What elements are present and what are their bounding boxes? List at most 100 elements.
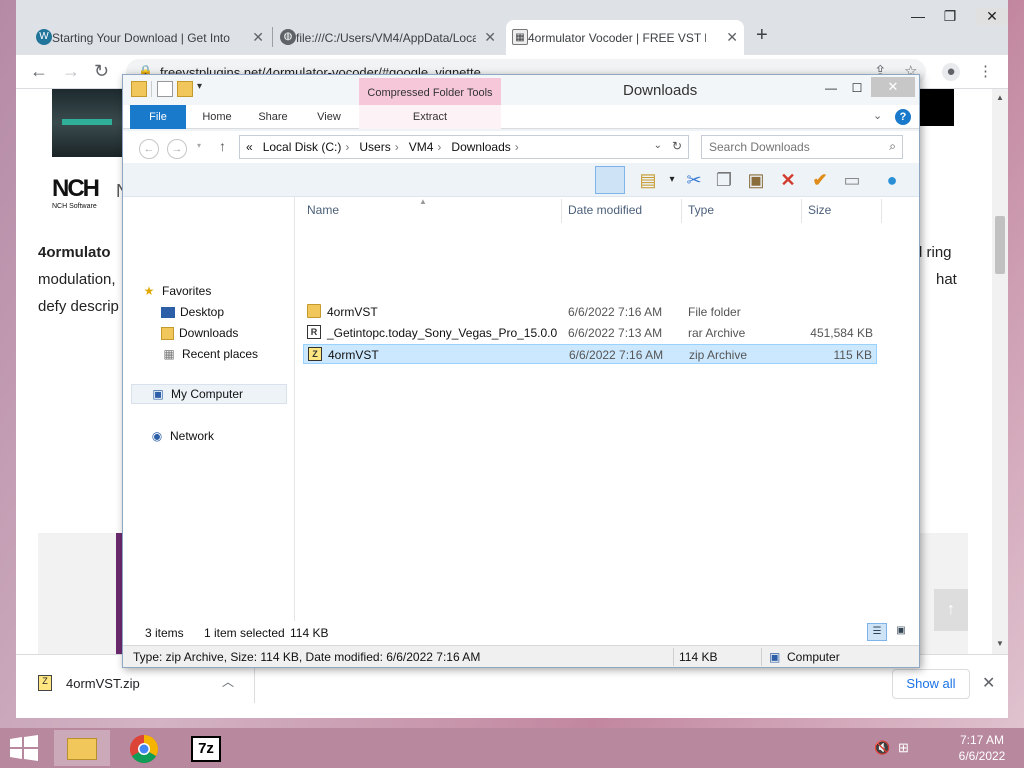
column-header-size[interactable]: Size — [808, 203, 831, 227]
tab-getintopc[interactable]: W Starting Your Download | Get Into PC ✕ — [30, 20, 270, 55]
new-tab-button[interactable]: + — [756, 24, 768, 47]
tab-4ormulator[interactable]: ▦ 4ormulator Vocoder | FREE VST Plugins … — [506, 20, 744, 55]
column-header-type[interactable]: Type — [688, 203, 714, 227]
scroll-to-top-button[interactable]: ↑ — [934, 589, 968, 631]
search-icon[interactable]: ⌕ — [889, 139, 896, 154]
paste-icon[interactable]: ▣ — [743, 167, 769, 193]
page-scrollbar[interactable]: ▲ ▼ — [992, 89, 1008, 654]
tab-file[interactable]: File — [130, 105, 186, 129]
breadcrumb-users[interactable]: Users — [359, 140, 390, 154]
search-input[interactable] — [702, 136, 880, 158]
back-icon[interactable]: ← — [139, 139, 159, 159]
recent-locations-icon[interactable]: ▾ — [197, 141, 201, 150]
tab-file[interactable]: ◍ file:///C:/Users/VM4/AppData/Local ✕ — [274, 20, 502, 55]
breadcrumb-separator[interactable]: › — [345, 140, 349, 154]
column-separator[interactable] — [681, 199, 682, 223]
nav-recent-places[interactable]: ▦ Recent places — [161, 344, 258, 364]
tab-share[interactable]: Share — [253, 105, 293, 129]
column-separator[interactable] — [561, 199, 562, 223]
breadcrumb-local-disk[interactable]: Local Disk (C:) — [263, 140, 342, 154]
compressed-folder-tools-tab[interactable]: Compressed Folder Tools — [359, 78, 501, 108]
copy-icon[interactable]: ❐ — [711, 167, 737, 193]
up-icon[interactable]: ↑ — [219, 138, 226, 154]
nav-my-computer[interactable]: ▣ My Computer — [131, 384, 287, 404]
breadcrumb-overflow[interactable]: « — [246, 140, 253, 154]
close-icon[interactable]: ✕ — [726, 29, 738, 46]
chevron-down-icon[interactable]: ⌄ — [654, 140, 662, 151]
check-icon[interactable]: ✔ — [807, 167, 833, 193]
maximize-icon[interactable]: ☐ — [845, 79, 869, 97]
close-shelf-icon[interactable]: ✕ — [982, 673, 995, 693]
breadcrumb-separator[interactable]: › — [395, 140, 399, 154]
breadcrumb-separator[interactable]: › — [515, 140, 519, 154]
close-icon[interactable]: ✕ — [871, 77, 915, 97]
download-item[interactable]: Z 4ormVST.zip — [38, 675, 140, 691]
shelf-separator — [254, 665, 255, 703]
back-icon[interactable]: ← — [30, 61, 48, 82]
breadcrumb-downloads[interactable]: Downloads — [451, 140, 510, 154]
help-icon[interactable]: ? — [895, 109, 911, 125]
delete-icon[interactable]: ✕ — [775, 167, 801, 193]
breadcrumb-separator[interactable]: › — [437, 140, 441, 154]
dropdown-icon[interactable]: ▾ — [197, 81, 213, 97]
chevron-up-icon[interactable]: ︿ — [222, 673, 234, 690]
tab-home[interactable]: Home — [197, 105, 237, 129]
properties-folder-icon[interactable]: ▤ — [635, 167, 661, 193]
forward-icon[interactable]: → — [167, 139, 187, 159]
close-window-icon[interactable]: ✕ — [976, 8, 1008, 25]
large-icons-view-icon[interactable]: ▣ — [891, 623, 911, 641]
nav-network[interactable]: ◉ Network — [149, 426, 214, 446]
tab-view[interactable]: View — [309, 105, 349, 129]
close-icon[interactable]: ✕ — [252, 29, 264, 46]
properties-icon[interactable] — [157, 81, 173, 97]
download-filename: 4ormVST.zip — [66, 675, 140, 691]
expand-ribbon-icon[interactable]: ⌄ — [873, 109, 882, 122]
explorer-title-bar[interactable]: ▾ Compressed Folder Tools Downloads — ☐ … — [123, 75, 919, 108]
nav-downloads[interactable]: Downloads — [161, 323, 238, 343]
preview-pane-icon[interactable] — [595, 166, 625, 194]
maximize-icon[interactable]: ❐ — [934, 8, 966, 25]
explorer-address-bar[interactable]: « Local Disk (C:) › Users › VM4 › Downlo… — [239, 135, 689, 159]
scroll-down-icon[interactable]: ▼ — [996, 639, 1004, 648]
ad-banner[interactable] — [920, 89, 954, 126]
globe-icon[interactable]: ● — [879, 167, 905, 193]
mute-icon[interactable]: 🔇 — [874, 740, 890, 756]
column-separator[interactable] — [881, 199, 882, 223]
refresh-icon[interactable]: ↻ — [672, 139, 682, 153]
column-header-date[interactable]: Date modified — [568, 203, 642, 227]
show-all-button[interactable]: Show all — [892, 669, 970, 699]
new-folder-icon[interactable] — [177, 81, 193, 97]
column-separator[interactable] — [801, 199, 802, 223]
profile-icon[interactable]: ● — [942, 63, 960, 81]
start-button[interactable] — [6, 734, 42, 762]
cut-icon[interactable]: ✂ — [681, 167, 707, 193]
minimize-icon[interactable]: — — [902, 8, 934, 24]
file-row-selected[interactable]: Z 4ormVST 6/6/2022 7:16 AM zip Archive 1… — [303, 344, 877, 364]
network-icon[interactable]: ⊞ — [898, 740, 909, 756]
chrome-icon[interactable] — [116, 730, 172, 766]
scrollbar-thumb[interactable] — [995, 216, 1005, 274]
file-row[interactable]: 4ormVST 6/6/2022 7:16 AM File folder — [303, 302, 877, 322]
nav-favorites[interactable]: ★ Favorites — [141, 281, 212, 301]
nav-desktop[interactable]: Desktop — [161, 302, 224, 322]
file-explorer-icon[interactable] — [54, 730, 110, 766]
breadcrumb-vm4[interactable]: VM4 — [409, 140, 434, 154]
rename-icon[interactable]: ▭ — [839, 167, 865, 193]
forward-icon[interactable]: → — [62, 61, 80, 82]
details-location: Computer — [787, 650, 840, 664]
file-row[interactable]: R _Getintopc.today_Sony_Vegas_Pro_15.0.0… — [303, 323, 877, 343]
column-header-name[interactable]: Name — [307, 203, 339, 227]
details-view-icon[interactable]: ☰ — [867, 623, 887, 641]
nch-logo[interactable]: NCH — [52, 175, 100, 203]
scroll-up-icon[interactable]: ▲ — [996, 93, 1004, 102]
close-icon[interactable]: ✕ — [484, 29, 496, 46]
clock[interactable]: 7:17 AM 6/6/2022 — [944, 732, 1020, 764]
article-line: defy descrip — [38, 298, 119, 315]
minimize-icon[interactable]: — — [819, 79, 843, 97]
folder-icon[interactable] — [131, 81, 147, 97]
7zip-icon[interactable]: 7z — [178, 730, 234, 766]
menu-icon[interactable]: ⋮ — [978, 62, 993, 80]
tab-extract[interactable]: Extract — [359, 105, 501, 129]
reload-icon[interactable]: ↻ — [94, 61, 109, 82]
search-box[interactable]: ⌕ — [701, 135, 903, 159]
